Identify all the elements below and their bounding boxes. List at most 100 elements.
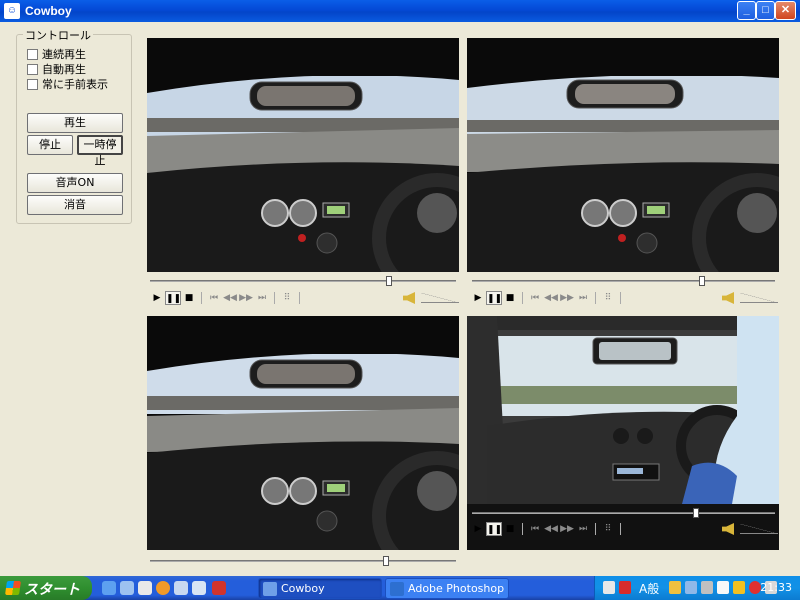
separator	[201, 292, 202, 304]
separator	[522, 292, 523, 304]
rewind-icon[interactable]: ◀◀	[222, 291, 238, 305]
menu-grid-icon[interactable]: ⠿	[600, 522, 616, 536]
stop-icon[interactable]: ■	[181, 291, 197, 305]
pause-icon[interactable]: ❚❚	[486, 291, 502, 305]
skip-forward-icon[interactable]: ⏭	[575, 522, 591, 536]
app-quicklaunch-icon[interactable]	[212, 581, 226, 595]
seek-track[interactable]	[472, 280, 775, 282]
seek-thumb[interactable]	[383, 556, 389, 566]
always-on-top-checkbox[interactable]: 常に手前表示	[27, 77, 108, 91]
rewind-icon[interactable]: ◀◀	[543, 291, 559, 305]
play-icon[interactable]: ▶	[149, 291, 165, 305]
cowboy-app-icon	[263, 582, 277, 596]
play-icon[interactable]: ▶	[470, 522, 486, 536]
speaker-icon[interactable]	[722, 292, 734, 304]
seek-thumb[interactable]	[693, 508, 699, 518]
play-icon[interactable]: ▶	[470, 291, 486, 305]
fast-forward-icon[interactable]: ▶▶	[559, 522, 575, 536]
clock[interactable]: 21:33	[760, 581, 792, 594]
play-button[interactable]: 再生	[27, 113, 123, 133]
system-tray: A般 21:33	[594, 576, 800, 600]
seek-bar-4[interactable]	[472, 508, 775, 518]
close-button[interactable]: ✕	[775, 1, 796, 20]
skip-back-icon[interactable]: ⏮	[527, 291, 543, 305]
device-icon[interactable]	[701, 581, 713, 594]
transport-bar-2: ▶ ❚❚ ■ ⏮ ◀◀ ▶▶ ⏭ ⠿	[470, 290, 778, 306]
taskbar-item-cowboy[interactable]: Cowboy	[258, 578, 382, 599]
taskbar-item-label: Adobe Photoshop Ele...	[408, 582, 508, 595]
warning-icon[interactable]	[733, 581, 745, 594]
security-icon[interactable]	[619, 581, 631, 594]
checkbox-box[interactable]	[27, 63, 38, 75]
firefox-icon[interactable]	[156, 581, 170, 595]
video-frame-1[interactable]	[147, 38, 459, 272]
taskbar: スタート Cowboy Adobe Photoshop Ele... A般 21…	[0, 576, 800, 600]
internet-explorer-icon[interactable]	[102, 581, 116, 595]
checkbox-box[interactable]	[27, 48, 38, 60]
alert-icon[interactable]	[749, 581, 761, 594]
checkbox-label: 自動再生	[42, 63, 86, 76]
media-player-icon[interactable]	[138, 581, 152, 595]
seek-bar-2[interactable]	[472, 276, 775, 286]
app-icon: ☺	[4, 3, 20, 19]
tray-e-icon[interactable]	[717, 581, 729, 594]
windows-logo-icon	[5, 581, 21, 595]
separator	[299, 292, 300, 304]
pause-button[interactable]: 一時停止	[77, 135, 123, 167]
seek-track[interactable]	[150, 280, 456, 282]
control-group-label: コントロール	[23, 27, 93, 43]
checkbox-box[interactable]	[27, 78, 38, 90]
network-icon[interactable]	[685, 581, 697, 594]
video-frame-3[interactable]	[147, 316, 459, 550]
start-button[interactable]: スタート	[0, 576, 92, 600]
fast-forward-icon[interactable]: ▶▶	[559, 291, 575, 305]
window-title: Cowboy	[25, 4, 72, 18]
separator	[620, 523, 621, 535]
seek-track[interactable]	[472, 512, 775, 514]
video-frame-2[interactable]	[467, 38, 779, 272]
skip-back-icon[interactable]: ⏮	[527, 522, 543, 536]
fast-forward-icon[interactable]: ▶▶	[238, 291, 254, 305]
minimize-button[interactable]: _	[737, 1, 756, 20]
skip-back-icon[interactable]: ⏮	[206, 291, 222, 305]
rewind-icon[interactable]: ◀◀	[543, 522, 559, 536]
volume-slider[interactable]	[740, 293, 778, 303]
transport-bar-1: ▶ ❚❚ ■ ⏮ ◀◀ ▶▶ ⏭ ⠿	[149, 290, 459, 306]
seek-thumb[interactable]	[699, 276, 705, 286]
speaker-icon[interactable]	[403, 292, 415, 304]
menu-grid-icon[interactable]: ⠿	[279, 291, 295, 305]
document-icon[interactable]	[192, 581, 206, 595]
taskbar-item-photoshop[interactable]: Adobe Photoshop Ele...	[385, 578, 509, 599]
separator	[595, 523, 596, 535]
stop-icon[interactable]: ■	[502, 291, 518, 305]
seek-bar-1[interactable]	[150, 276, 456, 286]
continuous-play-checkbox[interactable]: 連続再生	[27, 47, 86, 61]
volume-slider[interactable]	[421, 293, 459, 303]
seek-thumb[interactable]	[386, 276, 392, 286]
checkbox-label: 常に手前表示	[42, 78, 108, 91]
maximize-button[interactable]: □	[756, 1, 775, 20]
speaker-icon[interactable]	[722, 523, 734, 535]
stop-icon[interactable]: ■	[502, 522, 518, 536]
skip-forward-icon[interactable]: ⏭	[254, 291, 270, 305]
ime-indicator[interactable]: A般	[639, 580, 659, 597]
control-group: コントロール 連続再生 自動再生 常に手前表示 再生 停止 一時停止 音声ON …	[16, 27, 132, 224]
outlook-icon[interactable]	[120, 581, 134, 595]
pause-icon[interactable]: ❚❚	[486, 522, 502, 536]
seek-bar-3[interactable]	[150, 556, 456, 566]
explorer-icon[interactable]	[174, 581, 188, 595]
skip-forward-icon[interactable]: ⏭	[575, 291, 591, 305]
start-label: スタート	[24, 581, 80, 597]
keyboard-icon[interactable]	[603, 581, 615, 594]
sound-on-button[interactable]: 音声ON	[27, 173, 123, 193]
autoplay-checkbox[interactable]: 自動再生	[27, 62, 86, 76]
seek-track[interactable]	[150, 560, 456, 562]
stop-button[interactable]: 停止	[27, 135, 73, 155]
volume-slider[interactable]	[740, 524, 778, 534]
pause-icon[interactable]: ❚❚	[165, 291, 181, 305]
tray-app-icon[interactable]	[669, 581, 681, 594]
separator	[522, 523, 523, 535]
mute-button[interactable]: 消音	[27, 195, 123, 215]
separator	[274, 292, 275, 304]
menu-grid-icon[interactable]: ⠿	[600, 291, 616, 305]
